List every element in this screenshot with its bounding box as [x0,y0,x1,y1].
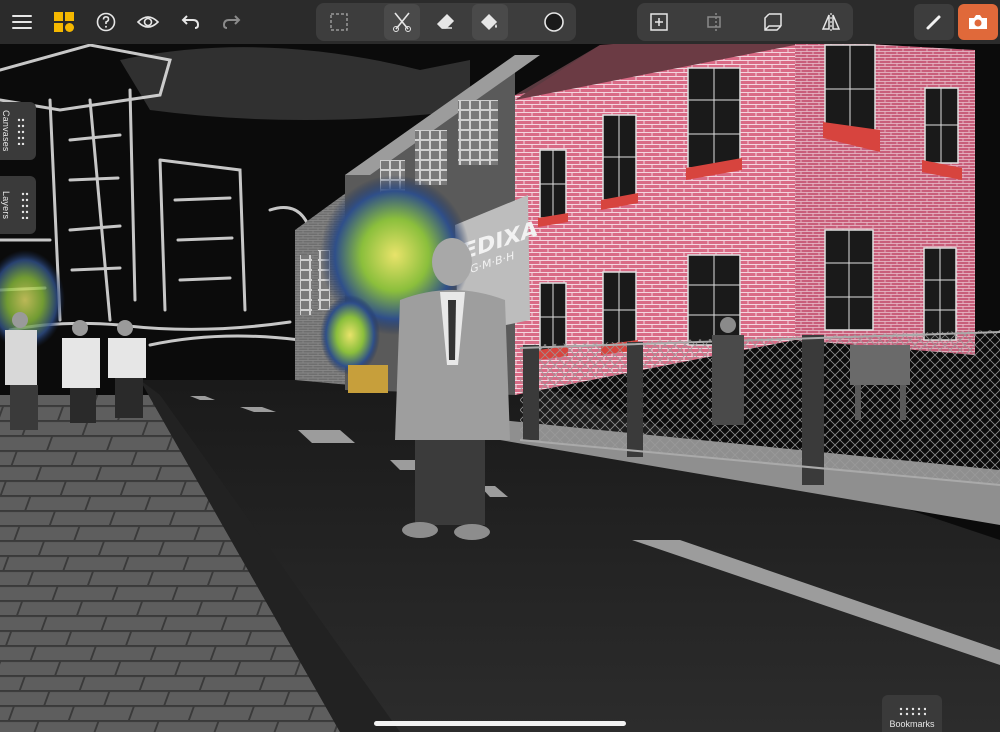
grip-icon [17,118,25,145]
transform-tools-group [637,3,853,41]
redo-icon[interactable] [214,4,250,40]
canvases-tab[interactable]: Canvases [0,102,36,160]
cut-icon[interactable] [384,4,420,40]
undo-icon[interactable] [172,4,208,40]
flip-icon[interactable] [813,4,849,40]
selection-tools-group [316,3,576,41]
camera-icon[interactable] [958,4,998,40]
eye-icon[interactable] [130,4,166,40]
app-tiles-icon[interactable] [46,4,82,40]
brush-icon[interactable] [914,4,954,40]
home-indicator[interactable] [374,721,626,726]
circle-icon[interactable] [536,4,572,40]
menu-icon[interactable] [4,4,40,40]
perspective-icon[interactable] [755,4,791,40]
grip-icon [21,192,29,219]
canvases-tab-label: Canvases [1,110,11,152]
add-frame-icon[interactable] [641,4,677,40]
grip-icon [899,707,926,716]
canvas-scene[interactable]: EDIXA G·M·B·H [0,0,1000,732]
fill-bucket-icon[interactable] [472,4,508,40]
top-toolbar [0,0,1000,44]
layers-tab[interactable]: Layers [0,176,36,234]
marquee-select-icon[interactable] [321,4,357,40]
help-icon[interactable] [88,4,124,40]
align-icon[interactable] [698,4,734,40]
layers-tab-label: Layers [1,190,11,220]
bookmarks-tab[interactable]: Bookmarks [882,695,942,732]
eraser-icon[interactable] [428,4,464,40]
bookmarks-label: Bookmarks [889,719,935,729]
